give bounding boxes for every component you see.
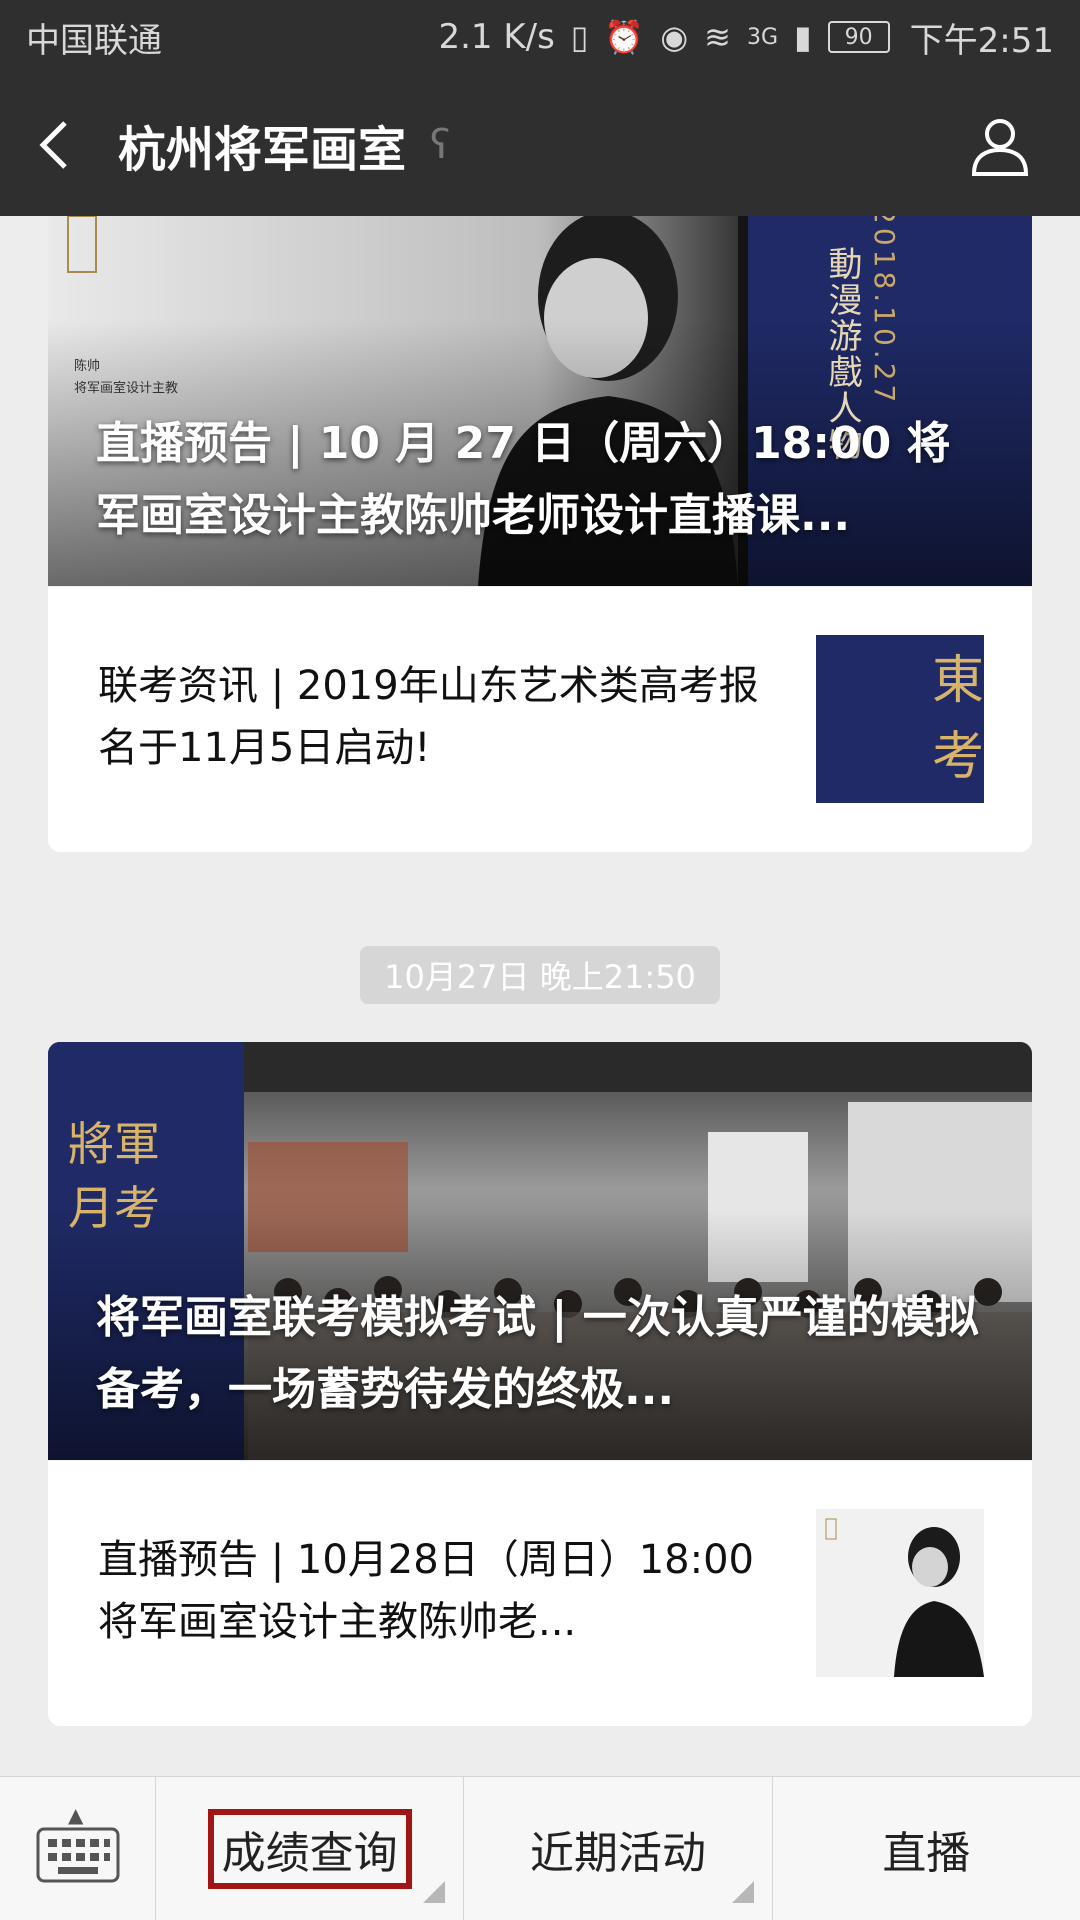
hero-badge: 將軍 月考: [68, 1112, 160, 1240]
menu-item-label: 近期活动: [529, 1828, 706, 1879]
menu-item-live[interactable]: 直播: [773, 1777, 1080, 1920]
eye-icon: ◉: [660, 18, 689, 56]
list-item[interactable]: 直播预告 | 10月28日（周日）18:00将军画室设计主教陈帅老...: [48, 1460, 1032, 1726]
network-type: 3G: [746, 24, 779, 50]
thumbnail-image: [816, 1509, 984, 1677]
article-title: 将军画室联考模拟考试 | 一次认真严谨的模拟备考，一场蓄势待发的终极...: [96, 1292, 979, 1415]
article-title: 直播预告 | 10 月 27 日（周六）18:00 将军画室设计主教陈帅老师设计…: [96, 418, 951, 541]
vibrate-icon: ▯: [570, 18, 589, 56]
custom-menu-bar: ▲ 成绩查询 近期活动 直播: [0, 1776, 1080, 1920]
hero-badge-line-2: 月考: [68, 1181, 160, 1235]
wifi-icon: ≋: [704, 18, 731, 56]
article-hero[interactable]: 陈帅 将军画室设计主教 動漫游戲人物 2018.10.27 直播预告 | 10 …: [48, 216, 1032, 586]
carrier-label: 中国联通: [26, 20, 162, 61]
menu-item-label: 成绩查询: [207, 1809, 412, 1889]
list-item[interactable]: 联考资讯 | 2019年山东艺术类高考报名于11月5日启动! 山東考訊: [48, 586, 1032, 852]
hero-caption-role: 将军画室设计主教: [74, 381, 179, 396]
hero-caption: 陈帅 将军画室设计主教: [74, 356, 178, 400]
article-hero[interactable]: 將軍 月考 将军画室联考模拟考试 | 一次认真严谨的模拟备考，一场蓄势待发的终极…: [48, 1042, 1032, 1460]
message-feed[interactable]: 陈帅 将军画室设计主教 動漫游戲人物 2018.10.27 直播预告 | 10 …: [0, 216, 1080, 1776]
thumbnail-caption: 山東考訊: [931, 651, 984, 787]
list-item-thumbnail: 山東考訊: [816, 635, 984, 803]
back-button[interactable]: [0, 74, 110, 216]
menu-item-recent-events[interactable]: 近期活动: [464, 1777, 773, 1920]
menu-item-score-query[interactable]: 成绩查询: [156, 1777, 465, 1920]
message-timestamp: 10月27日 晚上21:50: [360, 946, 720, 1004]
submenu-indicator-icon: [731, 1881, 754, 1903]
wechat-official-account-screen: 中国联通 2.1 K/s ▯ ⏰ ◉ ≋ 3G ▮ 90 下午2:51 杭州将军…: [0, 0, 1080, 1920]
keyboard-toggle-button[interactable]: ▲: [0, 1777, 156, 1920]
clock: 下午2:51: [909, 20, 1054, 61]
signal-icon: ▮: [794, 18, 812, 56]
battery-icon: 90: [827, 21, 890, 53]
person-icon: [971, 119, 1029, 176]
menu-item-label: 直播: [882, 1828, 971, 1879]
mute-ear-icon: ʕ: [430, 122, 451, 168]
article-card: 將軍 月考 将军画室联考模拟考试 | 一次认真严谨的模拟备考，一场蓄势待发的终极…: [48, 1042, 1032, 1726]
keyboard-icon: [36, 1827, 119, 1883]
submenu-indicator-icon: [423, 1881, 446, 1903]
back-arrow-icon: [39, 121, 67, 169]
list-item-title: 联考资讯 | 2019年山东艺术类高考报名于11月5日启动!: [98, 663, 759, 771]
list-item-thumbnail: [816, 1509, 984, 1677]
hero-date: 2018.10.27: [868, 216, 901, 407]
title-bar: 杭州将军画室 ʕ: [0, 74, 1080, 216]
hero-badge-line-1: 將軍: [68, 1117, 160, 1171]
status-icons: 2.1 K/s ▯ ⏰ ◉ ≋ 3G ▮ 90 下午2:51: [438, 13, 1054, 62]
network-speed: 2.1 K/s: [438, 17, 555, 57]
list-item-title: 直播预告 | 10月28日（周日）18:00将军画室设计主教陈帅老...: [98, 1537, 754, 1645]
hero-caption-name: 陈帅: [74, 359, 101, 374]
profile-button[interactable]: [968, 114, 1032, 178]
alarm-icon: ⏰: [604, 18, 645, 56]
status-bar: 中国联通 2.1 K/s ▯ ⏰ ◉ ≋ 3G ▮ 90 下午2:51: [0, 0, 1080, 74]
article-card: 陈帅 将军画室设计主教 動漫游戲人物 2018.10.27 直播预告 | 10 …: [48, 216, 1032, 852]
expand-up-icon: ▲: [68, 1803, 84, 1827]
page-title: 杭州将军画室: [118, 122, 407, 178]
